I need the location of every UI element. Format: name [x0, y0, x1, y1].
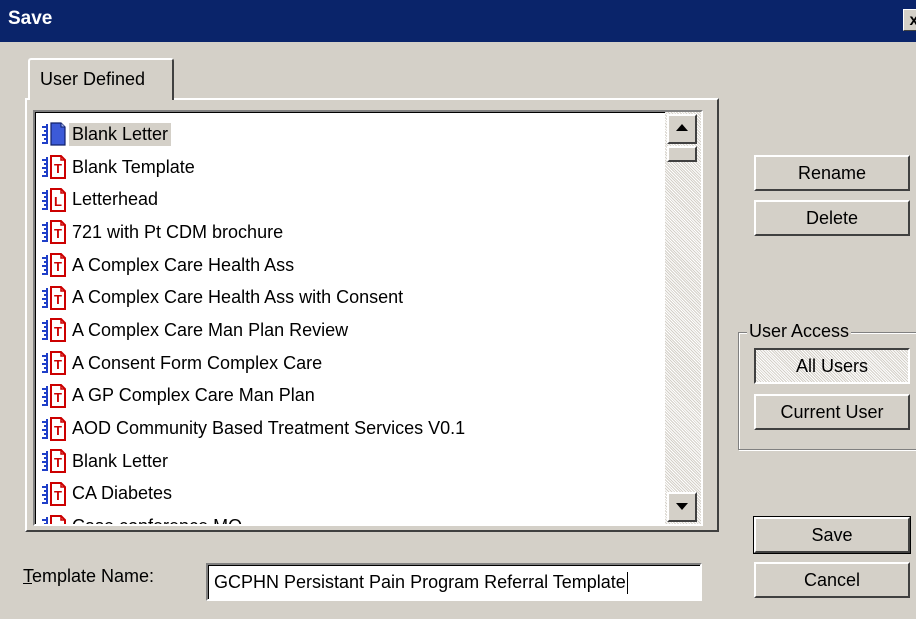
svg-text:T: T	[54, 161, 62, 176]
list-item[interactable]: L Letterhead	[42, 183, 468, 216]
text-caret	[626, 572, 628, 595]
list-item-label: Blank Letter	[69, 122, 172, 146]
list-item[interactable]: T A GP Complex Care Man Plan	[42, 380, 468, 413]
template-name-label-text: emplate Name:	[32, 566, 155, 586]
list-item-label: Letterhead	[72, 189, 159, 210]
template-icon: T	[42, 220, 68, 245]
list-item-label: A Complex Care Health Ass with Consent	[72, 287, 404, 308]
list-item[interactable]: T A Complex Care Man Plan Review	[42, 314, 468, 347]
template-icon: T	[42, 383, 68, 408]
list-item[interactable]: T Case conference MO	[42, 510, 468, 524]
template-icon: T	[42, 449, 68, 474]
scroll-down-button[interactable]	[667, 492, 697, 522]
svg-text:T: T	[54, 521, 62, 524]
list-item-label: CA Diabetes	[72, 483, 173, 504]
arrow-down-icon	[676, 503, 688, 510]
delete-button[interactable]: Delete	[754, 200, 910, 236]
svg-text:T: T	[54, 423, 62, 438]
list-item[interactable]: T A Consent Form Complex Care	[42, 347, 468, 380]
list-item[interactable]: T 721 with Pt CDM brochure	[42, 216, 468, 249]
list-item[interactable]: Blank Letter	[42, 118, 468, 151]
tab-user-defined[interactable]: User Defined	[28, 58, 174, 100]
save-button[interactable]: Save	[753, 516, 911, 554]
svg-text:T: T	[54, 390, 62, 405]
list-item-label: A Complex Care Health Ass	[72, 254, 295, 275]
all-users-button[interactable]: All Users	[754, 348, 910, 384]
svg-text:T: T	[54, 488, 62, 503]
template-icon: T	[42, 481, 68, 506]
list-item[interactable]: T CA Diabetes	[42, 478, 468, 511]
list-item[interactable]: T Blank Letter	[42, 445, 468, 478]
template-name-label: Template Name:	[23, 566, 154, 587]
svg-text:L: L	[54, 194, 62, 209]
svg-text:T: T	[54, 292, 62, 307]
title-bar: Save x	[0, 0, 916, 42]
window-title: Save	[8, 8, 53, 29]
template-icon: T	[42, 285, 68, 310]
svg-text:T: T	[54, 226, 62, 241]
template-name-value: GCPHN Persistant Pain Program Referral T…	[214, 572, 626, 592]
svg-text:T: T	[54, 324, 62, 339]
list-item[interactable]: T AOD Community Based Treatment Services …	[42, 412, 468, 445]
svg-text:T: T	[54, 259, 62, 274]
letterhead-icon: L	[42, 187, 68, 212]
template-icon: T	[42, 514, 68, 524]
template-list-area: Blank Letter T Blank Template L Letterhead T 7…	[35, 112, 665, 524]
template-list: Blank Letter T Blank Template L Letterhead T 7…	[42, 118, 468, 524]
scroll-thumb[interactable]	[667, 146, 697, 162]
scroll-up-button[interactable]	[667, 114, 697, 144]
list-item-label: A Complex Care Man Plan Review	[72, 319, 349, 340]
close-button[interactable]: x	[903, 9, 916, 31]
template-icon: T	[42, 155, 68, 180]
current-user-button[interactable]: Current User	[754, 394, 910, 430]
template-name-accelerator: T	[23, 566, 32, 586]
list-item-label: A Consent Form Complex Care	[72, 352, 323, 373]
template-icon: T	[42, 253, 68, 278]
vertical-scrollbar[interactable]	[665, 112, 701, 524]
svg-text:T: T	[54, 455, 62, 470]
svg-text:T: T	[54, 357, 62, 372]
list-item[interactable]: T A Complex Care Health Ass with Consent	[42, 281, 468, 314]
template-icon: T	[42, 351, 68, 376]
template-icon: T	[42, 318, 68, 343]
cancel-button[interactable]: Cancel	[754, 562, 910, 598]
list-item-label: Blank Template	[72, 156, 195, 177]
list-item-label: Blank Letter	[72, 450, 169, 471]
list-item-label: Case conference MO	[69, 515, 245, 524]
user-access-legend: User Access	[747, 321, 852, 342]
list-item[interactable]: T A Complex Care Health Ass	[42, 249, 468, 282]
arrow-up-icon	[676, 124, 688, 131]
template-name-input[interactable]: GCPHN Persistant Pain Program Referral T…	[206, 563, 702, 601]
rename-button[interactable]: Rename	[754, 155, 910, 191]
template-listbox[interactable]: Blank Letter T Blank Template L Letterhead T 7…	[33, 110, 703, 526]
blank-letter-icon	[42, 122, 68, 146]
list-item-label: A GP Complex Care Man Plan	[72, 385, 315, 406]
list-item-label: 721 with Pt CDM brochure	[72, 221, 284, 242]
tab-user-defined-label: User Defined	[40, 69, 146, 89]
list-item[interactable]: T Blank Template	[42, 151, 468, 184]
list-item-label: AOD Community Based Treatment Services V…	[72, 418, 466, 439]
template-icon: T	[42, 416, 68, 441]
